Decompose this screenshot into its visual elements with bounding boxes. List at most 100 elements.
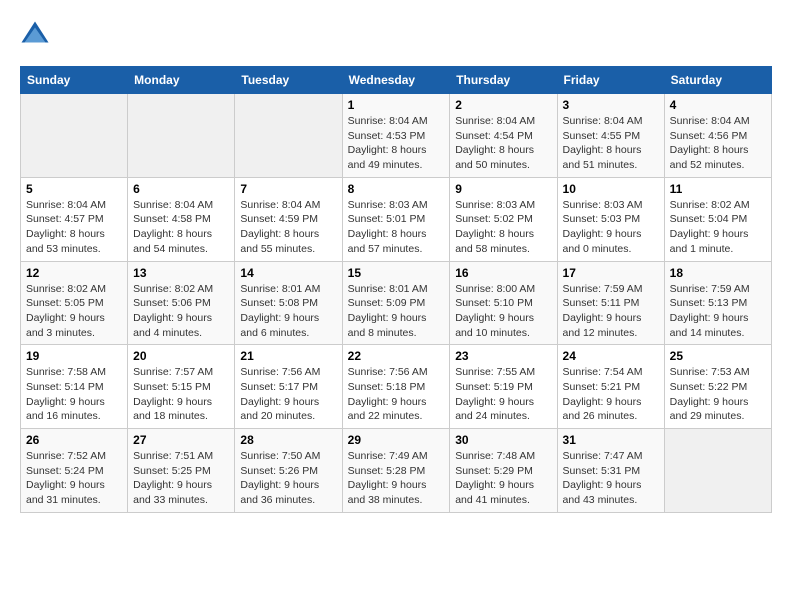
day-number: 12	[26, 266, 122, 280]
day-number: 14	[240, 266, 336, 280]
day-info: Sunrise: 8:04 AM Sunset: 4:54 PM Dayligh…	[455, 114, 551, 173]
calendar-cell: 28 Sunrise: 7:50 AM Sunset: 5:26 PM Dayli…	[235, 429, 342, 513]
header-row: SundayMondayTuesdayWednesdayThursdayFrid…	[21, 67, 772, 94]
calendar-cell: 26Sunrise: 7:52 AM Sunset: 5:24 PM Dayli…	[21, 429, 128, 513]
day-info: Sunrise: 7:55 AM Sunset: 5:19 PM Dayligh…	[455, 365, 551, 424]
day-number: 9	[455, 182, 551, 196]
day-number: 2	[455, 98, 551, 112]
day-info: Sunrise: 7:58 AM Sunset: 5:14 PM Dayligh…	[26, 365, 122, 424]
day-number: 23	[455, 349, 551, 363]
calendar-cell: 17 Sunrise: 7:59 AM Sunset: 5:11 PM Dayli…	[557, 261, 664, 345]
day-number: 15	[348, 266, 445, 280]
calendar-cell: 4Sunrise: 8:04 AM Sunset: 4:56 PM Daylig…	[664, 94, 771, 178]
calendar-cell: 9 Sunrise: 8:03 AM Sunset: 5:02 PM Daylig…	[450, 177, 557, 261]
day-info: Sunrise: 7:48 AM Sunset: 5:29 PM Dayligh…	[455, 449, 551, 508]
day-info: Sunrise: 8:04 AM Sunset: 4:53 PM Dayligh…	[348, 114, 445, 173]
calendar-week-row: 26Sunrise: 7:52 AM Sunset: 5:24 PM Dayli…	[21, 429, 772, 513]
weekday-header: Monday	[128, 67, 235, 94]
weekday-header: Wednesday	[342, 67, 450, 94]
calendar-cell: 6 Sunrise: 8:04 AM Sunset: 4:58 PM Daylig…	[128, 177, 235, 261]
calendar-cell: 20 Sunrise: 7:57 AM Sunset: 5:15 PM Dayli…	[128, 345, 235, 429]
day-info: Sunrise: 7:50 AM Sunset: 5:26 PM Dayligh…	[240, 449, 336, 508]
page-header	[20, 20, 772, 50]
calendar-cell: 2 Sunrise: 8:04 AM Sunset: 4:54 PM Daylig…	[450, 94, 557, 178]
day-info: Sunrise: 8:02 AM Sunset: 5:06 PM Dayligh…	[133, 282, 229, 341]
calendar-cell: 16Sunrise: 8:00 AM Sunset: 5:10 PM Dayli…	[450, 261, 557, 345]
calendar-week-row: 19 Sunrise: 7:58 AM Sunset: 5:14 PM Dayli…	[21, 345, 772, 429]
calendar-cell	[235, 94, 342, 178]
day-number: 6	[133, 182, 229, 196]
calendar-cell: 15 Sunrise: 8:01 AM Sunset: 5:09 PM Dayli…	[342, 261, 450, 345]
day-number: 1	[348, 98, 445, 112]
day-number: 13	[133, 266, 229, 280]
calendar-cell	[664, 429, 771, 513]
calendar-cell	[21, 94, 128, 178]
day-number: 30	[455, 433, 551, 447]
weekday-header: Tuesday	[235, 67, 342, 94]
day-info: Sunrise: 7:54 AM Sunset: 5:21 PM Dayligh…	[563, 365, 659, 424]
day-info: Sunrise: 7:59 AM Sunset: 5:11 PM Dayligh…	[563, 282, 659, 341]
weekday-header: Thursday	[450, 67, 557, 94]
day-info: Sunrise: 8:01 AM Sunset: 5:08 PM Dayligh…	[240, 282, 336, 341]
day-number: 4	[670, 98, 766, 112]
day-info: Sunrise: 8:01 AM Sunset: 5:09 PM Dayligh…	[348, 282, 445, 341]
day-info: Sunrise: 7:51 AM Sunset: 5:25 PM Dayligh…	[133, 449, 229, 508]
day-number: 5	[26, 182, 122, 196]
calendar-cell: 18Sunrise: 7:59 AM Sunset: 5:13 PM Dayli…	[664, 261, 771, 345]
day-number: 3	[563, 98, 659, 112]
day-info: Sunrise: 8:04 AM Sunset: 4:55 PM Dayligh…	[563, 114, 659, 173]
calendar-cell: 14 Sunrise: 8:01 AM Sunset: 5:08 PM Dayli…	[235, 261, 342, 345]
calendar-cell: 25 Sunrise: 7:53 AM Sunset: 5:22 PM Dayli…	[664, 345, 771, 429]
calendar-week-row: 1 Sunrise: 8:04 AM Sunset: 4:53 PM Daylig…	[21, 94, 772, 178]
day-info: Sunrise: 7:56 AM Sunset: 5:18 PM Dayligh…	[348, 365, 445, 424]
day-info: Sunrise: 7:47 AM Sunset: 5:31 PM Dayligh…	[563, 449, 659, 508]
day-info: Sunrise: 8:04 AM Sunset: 4:57 PM Dayligh…	[26, 198, 122, 257]
calendar-cell: 5 Sunrise: 8:04 AM Sunset: 4:57 PM Daylig…	[21, 177, 128, 261]
day-number: 7	[240, 182, 336, 196]
calendar-cell: 23 Sunrise: 7:55 AM Sunset: 5:19 PM Dayli…	[450, 345, 557, 429]
calendar-cell: 3 Sunrise: 8:04 AM Sunset: 4:55 PM Daylig…	[557, 94, 664, 178]
logo-icon	[20, 20, 50, 50]
day-info: Sunrise: 7:57 AM Sunset: 5:15 PM Dayligh…	[133, 365, 229, 424]
calendar-cell: 8Sunrise: 8:03 AM Sunset: 5:01 PM Daylig…	[342, 177, 450, 261]
day-info: Sunrise: 8:02 AM Sunset: 5:05 PM Dayligh…	[26, 282, 122, 341]
day-number: 11	[670, 182, 766, 196]
calendar-body: 1 Sunrise: 8:04 AM Sunset: 4:53 PM Daylig…	[21, 94, 772, 513]
day-info: Sunrise: 7:59 AM Sunset: 5:13 PM Dayligh…	[670, 282, 766, 341]
calendar-cell: 13 Sunrise: 8:02 AM Sunset: 5:06 PM Dayli…	[128, 261, 235, 345]
day-info: Sunrise: 7:56 AM Sunset: 5:17 PM Dayligh…	[240, 365, 336, 424]
weekday-header: Saturday	[664, 67, 771, 94]
day-info: Sunrise: 7:52 AM Sunset: 5:24 PM Dayligh…	[26, 449, 122, 508]
calendar-cell: 11Sunrise: 8:02 AM Sunset: 5:04 PM Dayli…	[664, 177, 771, 261]
day-info: Sunrise: 8:04 AM Sunset: 4:59 PM Dayligh…	[240, 198, 336, 257]
calendar-week-row: 5 Sunrise: 8:04 AM Sunset: 4:57 PM Daylig…	[21, 177, 772, 261]
calendar-cell: 30 Sunrise: 7:48 AM Sunset: 5:29 PM Dayli…	[450, 429, 557, 513]
day-number: 17	[563, 266, 659, 280]
day-number: 19	[26, 349, 122, 363]
day-number: 10	[563, 182, 659, 196]
day-info: Sunrise: 8:03 AM Sunset: 5:02 PM Dayligh…	[455, 198, 551, 257]
day-info: Sunrise: 8:00 AM Sunset: 5:10 PM Dayligh…	[455, 282, 551, 341]
calendar-cell: 27 Sunrise: 7:51 AM Sunset: 5:25 PM Dayli…	[128, 429, 235, 513]
calendar-table: SundayMondayTuesdayWednesdayThursdayFrid…	[20, 66, 772, 513]
day-info: Sunrise: 7:49 AM Sunset: 5:28 PM Dayligh…	[348, 449, 445, 508]
day-number: 21	[240, 349, 336, 363]
day-number: 25	[670, 349, 766, 363]
weekday-header: Friday	[557, 67, 664, 94]
day-number: 22	[348, 349, 445, 363]
calendar-cell: 1 Sunrise: 8:04 AM Sunset: 4:53 PM Daylig…	[342, 94, 450, 178]
day-number: 31	[563, 433, 659, 447]
calendar-cell: 12 Sunrise: 8:02 AM Sunset: 5:05 PM Dayli…	[21, 261, 128, 345]
day-number: 20	[133, 349, 229, 363]
day-number: 24	[563, 349, 659, 363]
calendar-week-row: 12 Sunrise: 8:02 AM Sunset: 5:05 PM Dayli…	[21, 261, 772, 345]
day-number: 28	[240, 433, 336, 447]
calendar-cell: 29Sunrise: 7:49 AM Sunset: 5:28 PM Dayli…	[342, 429, 450, 513]
day-info: Sunrise: 7:53 AM Sunset: 5:22 PM Dayligh…	[670, 365, 766, 424]
calendar-cell: 24 Sunrise: 7:54 AM Sunset: 5:21 PM Dayli…	[557, 345, 664, 429]
day-info: Sunrise: 8:04 AM Sunset: 4:58 PM Dayligh…	[133, 198, 229, 257]
day-number: 8	[348, 182, 445, 196]
calendar-cell: 31 Sunrise: 7:47 AM Sunset: 5:31 PM Dayli…	[557, 429, 664, 513]
day-number: 27	[133, 433, 229, 447]
calendar-cell: 22 Sunrise: 7:56 AM Sunset: 5:18 PM Dayli…	[342, 345, 450, 429]
